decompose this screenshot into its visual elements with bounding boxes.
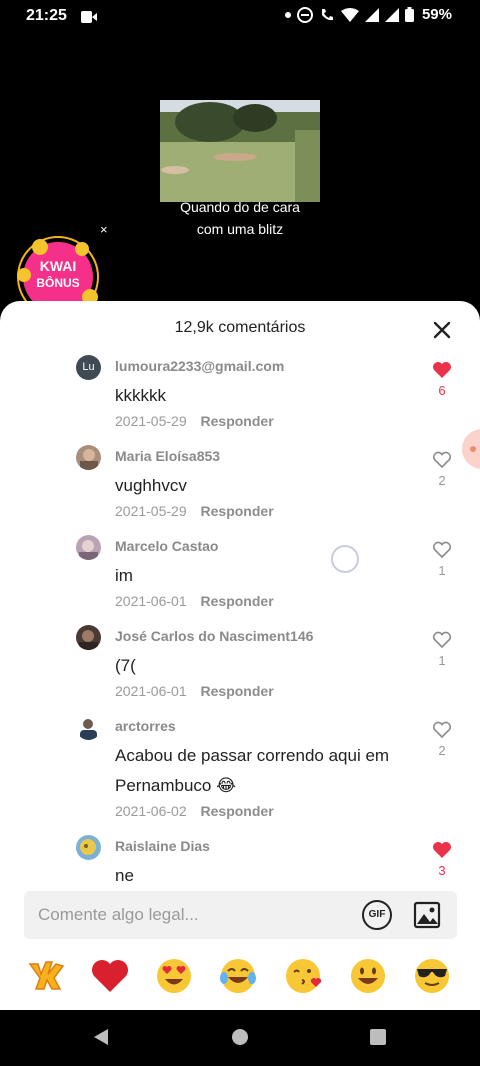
home-icon[interactable]: [231, 1028, 249, 1051]
like-button[interactable]: 2: [430, 721, 454, 771]
comment-date: 2021-06-01: [115, 593, 187, 609]
signal-icon: [364, 7, 379, 22]
comment-text: Acabou de passar correndo aqui em Pernam…: [115, 746, 390, 795]
comment-username[interactable]: Marcelo Castao: [115, 538, 218, 554]
comment-username[interactable]: lumoura2233@gmail.com: [115, 358, 284, 374]
avatar[interactable]: [76, 715, 101, 740]
avatar-initials: Lu: [82, 361, 95, 373]
tears-of-joy-emoji[interactable]: [218, 956, 258, 996]
kwai-bonus-line1: KWAI: [40, 258, 77, 274]
comment-text: vughhvcv: [115, 476, 187, 495]
comment-username[interactable]: José Carlos do Nasciment146: [115, 628, 313, 644]
reply-button[interactable]: Responder: [201, 413, 274, 429]
gif-button[interactable]: GIF: [362, 900, 392, 930]
red-heart-emoji[interactable]: [90, 956, 130, 996]
battery-icon: [404, 7, 414, 22]
heart-outline-icon: [432, 631, 452, 649]
comment-list[interactable]: Lu lumoura2233@gmail.com kkkkkk 2021-05-…: [0, 351, 480, 884]
close-icon[interactable]: [430, 318, 454, 342]
grinning-emoji[interactable]: [348, 956, 388, 996]
navigation-bar: [0, 1010, 480, 1066]
comment-meta: 2021-06-01 Responder: [115, 593, 274, 609]
signal-2-icon: [384, 7, 399, 22]
image-icon[interactable]: [413, 901, 441, 929]
comment-date: 2021-06-01: [115, 683, 187, 699]
like-button[interactable]: 2: [430, 451, 454, 501]
like-count: 1: [438, 653, 446, 668]
video-camera-icon: [81, 10, 97, 28]
comment-meta: 2021-05-29 Responder: [115, 503, 274, 519]
dot-icon: [284, 11, 291, 18]
do-not-disturb-icon: [296, 6, 313, 23]
heart-eyes-emoji[interactable]: [154, 956, 194, 996]
status-icons: 59%: [284, 6, 452, 23]
comment-meta: 2021-06-01 Responder: [115, 683, 274, 699]
like-count: 6: [438, 383, 446, 398]
status-time: 21:25: [26, 7, 67, 24]
recents-icon[interactable]: [369, 1028, 387, 1051]
comment-username[interactable]: arctorres: [115, 718, 176, 734]
comment-username[interactable]: Maria Eloísa853: [115, 448, 220, 464]
heart-outline-icon: [432, 541, 452, 559]
like-count: 2: [438, 473, 446, 488]
avatar[interactable]: Lu: [76, 355, 101, 380]
comment-date: 2021-05-29: [115, 413, 187, 429]
comment-date: 2021-05-29: [115, 503, 187, 519]
comment-date: 2021-06-02: [115, 803, 187, 819]
caption-line-1: Quando do de cara: [180, 199, 300, 215]
wifi-icon: [340, 7, 359, 22]
wifi-call-icon: [321, 8, 333, 20]
caption-line-2: com uma blitz: [196, 221, 284, 237]
video-thumbnail[interactable]: [160, 100, 320, 202]
like-button[interactable]: 6: [430, 361, 454, 411]
reply-button[interactable]: Responder: [201, 593, 274, 609]
comment-meta: 2021-05-29 Responder: [115, 413, 274, 429]
avatar[interactable]: [76, 835, 101, 860]
like-count: 3: [438, 863, 446, 878]
heart-outline-icon: [432, 721, 452, 739]
comment-text: (7(: [115, 656, 136, 675]
avatar[interactable]: [76, 625, 101, 650]
comment-text: kkkkkk: [115, 386, 166, 405]
status-bar: 21:25 59%: [0, 0, 480, 34]
like-count: 1: [438, 563, 446, 578]
emoji-row: [0, 956, 480, 1000]
kwai-sticker-emoji[interactable]: [26, 956, 66, 996]
avatar[interactable]: [76, 535, 101, 560]
comments-sheet: 12,9k comentários Lu lumoura2233@gmail.c…: [0, 301, 480, 1010]
comment-text: im: [115, 566, 133, 585]
avatar[interactable]: [76, 445, 101, 470]
floating-bubble[interactable]: [462, 429, 480, 469]
comment-text: ne: [115, 866, 134, 884]
back-icon[interactable]: [92, 1028, 110, 1051]
heart-outline-icon: [432, 451, 452, 469]
like-button[interactable]: 3: [430, 841, 454, 884]
like-button[interactable]: 1: [430, 541, 454, 591]
sunglasses-emoji[interactable]: [412, 956, 452, 996]
like-count: 2: [438, 743, 446, 758]
heart-filled-icon: [433, 842, 451, 858]
like-button[interactable]: 1: [430, 631, 454, 681]
video-caption: Quando do de cara com uma blitz: [150, 196, 330, 240]
battery-percent: 59%: [421, 6, 452, 23]
comment-input[interactable]: Comente algo legal... GIF: [24, 891, 457, 939]
comments-title: 12,9k comentários: [174, 319, 306, 336]
heart-filled-icon: [433, 362, 451, 378]
kwai-bonus-line2: BÔNUS: [36, 275, 79, 290]
comment-meta: 2021-06-02 Responder: [115, 803, 274, 819]
loading-spinner: [331, 545, 359, 573]
reply-button[interactable]: Responder: [201, 683, 274, 699]
comment-input-placeholder: Comente algo legal...: [38, 905, 199, 924]
kissing-heart-emoji[interactable]: [283, 956, 323, 996]
comment-username[interactable]: Raislaine Dias: [115, 838, 210, 854]
reply-button[interactable]: Responder: [201, 503, 274, 519]
reply-button[interactable]: Responder: [201, 803, 274, 819]
